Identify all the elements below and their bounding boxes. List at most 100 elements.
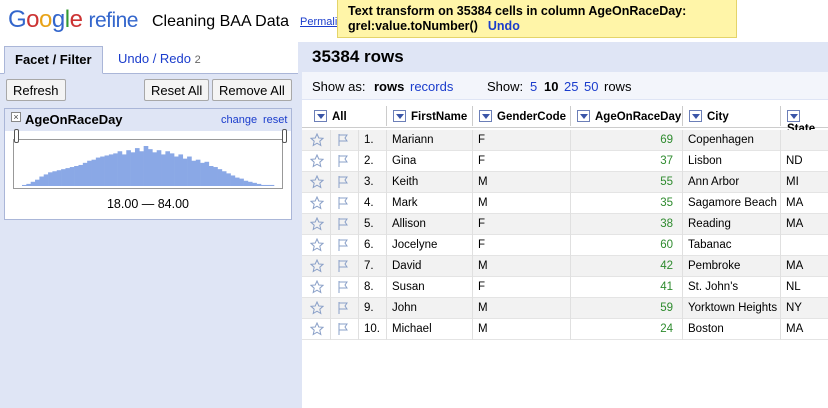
cell-ageonraceday[interactable]: 24	[574, 323, 678, 335]
cell-gendercode[interactable]: M	[478, 323, 488, 335]
flag-icon[interactable]	[336, 217, 350, 231]
cell-ageonraceday[interactable]: 69	[574, 134, 678, 146]
project-name[interactable]: Cleaning BAA Data	[152, 13, 289, 31]
cell-gendercode[interactable]: F	[478, 155, 485, 167]
cell-ageonraceday[interactable]: 55	[574, 176, 678, 188]
cell-state[interactable]: ND	[786, 155, 803, 167]
cell-gendercode[interactable]: M	[478, 260, 488, 272]
facet-histogram[interactable]	[13, 139, 283, 189]
chevron-down-icon[interactable]	[393, 110, 406, 122]
flag-icon[interactable]	[336, 196, 350, 210]
permalink-link[interactable]: Permali	[300, 16, 337, 28]
facet-reset-link[interactable]: reset	[263, 114, 287, 126]
cell-ageonraceday[interactable]: 42	[574, 260, 678, 272]
undo-link[interactable]: Undo	[488, 19, 520, 33]
cell-state[interactable]: NY	[786, 302, 802, 314]
cell-city[interactable]: Lisbon	[688, 155, 722, 167]
flag-icon[interactable]	[336, 322, 350, 336]
cell-state[interactable]: MA	[786, 218, 803, 230]
range-handle-right[interactable]	[282, 129, 287, 143]
range-handle-left[interactable]	[14, 129, 19, 143]
cell-firstname[interactable]: Keith	[392, 176, 418, 188]
page-size-50[interactable]: 50	[584, 79, 598, 94]
cell-gendercode[interactable]: M	[478, 197, 488, 209]
star-icon[interactable]	[309, 153, 325, 168]
star-icon[interactable]	[309, 321, 325, 336]
chevron-down-icon[interactable]	[787, 110, 800, 122]
cell-gendercode[interactable]: F	[478, 134, 485, 146]
cell-firstname[interactable]: Allison	[392, 218, 426, 230]
flag-icon[interactable]	[336, 133, 350, 147]
cell-city[interactable]: Yorktown Heights	[688, 302, 777, 314]
refresh-button[interactable]: Refresh	[6, 79, 66, 101]
column-header-ageonraceday[interactable]: AgeOnRaceDay	[570, 106, 682, 126]
cell-ageonraceday[interactable]: 60	[574, 239, 678, 251]
cell-ageonraceday[interactable]: 37	[574, 155, 678, 167]
star-icon[interactable]	[309, 216, 325, 231]
cell-gendercode[interactable]: M	[478, 176, 488, 188]
cell-city[interactable]: St. John's	[688, 281, 738, 293]
star-icon[interactable]	[309, 258, 325, 273]
star-icon[interactable]	[309, 195, 325, 210]
remove-all-button[interactable]: Remove All	[212, 79, 292, 101]
cell-firstname[interactable]: John	[392, 302, 417, 314]
close-icon[interactable]: ×	[11, 112, 21, 122]
flag-icon[interactable]	[336, 175, 350, 189]
cell-gendercode[interactable]: M	[478, 302, 488, 314]
cell-firstname[interactable]: Mark	[392, 197, 418, 209]
flag-icon[interactable]	[336, 238, 350, 252]
facet-change-link[interactable]: change	[221, 114, 257, 126]
column-header-firstname[interactable]: FirstName	[386, 106, 472, 126]
cell-ageonraceday[interactable]: 59	[574, 302, 678, 314]
cell-city[interactable]: Boston	[688, 323, 724, 335]
cell-state[interactable]: NL	[786, 281, 801, 293]
star-icon[interactable]	[309, 279, 325, 294]
google-refine-logo[interactable]: Google refine	[8, 6, 138, 34]
cell-gendercode[interactable]: F	[478, 281, 485, 293]
view-records-link[interactable]: records	[410, 79, 453, 94]
view-rows-option[interactable]: rows	[374, 79, 404, 94]
chevron-down-icon[interactable]	[479, 110, 492, 122]
flag-icon[interactable]	[336, 280, 350, 294]
column-header-city[interactable]: City	[682, 106, 780, 126]
star-icon[interactable]	[309, 237, 325, 252]
cell-ageonraceday[interactable]: 35	[574, 197, 678, 209]
column-header-state[interactable]: State	[780, 106, 828, 135]
page-size-5[interactable]: 5	[530, 79, 537, 94]
cell-firstname[interactable]: David	[392, 260, 421, 272]
cell-firstname[interactable]: Jocelyne	[392, 239, 437, 251]
reset-all-button[interactable]: Reset All	[144, 79, 210, 101]
chevron-down-icon[interactable]	[577, 110, 590, 122]
cell-city[interactable]: Pembroke	[688, 260, 740, 272]
cell-city[interactable]: Copenhagen	[688, 134, 754, 146]
star-icon[interactable]	[309, 300, 325, 315]
cell-gendercode[interactable]: F	[478, 218, 485, 230]
column-header-gendercode[interactable]: GenderCode	[472, 106, 570, 126]
cell-state[interactable]: MA	[786, 260, 803, 272]
flag-icon[interactable]	[336, 154, 350, 168]
cell-gendercode[interactable]: F	[478, 239, 485, 251]
column-header-all[interactable]: All	[308, 106, 380, 126]
cell-state[interactable]: MA	[786, 323, 803, 335]
cell-firstname[interactable]: Michael	[392, 323, 432, 335]
cell-city[interactable]: Sagamore Beach	[688, 197, 777, 209]
flag-icon[interactable]	[336, 301, 350, 315]
page-size-25[interactable]: 25	[564, 79, 578, 94]
tab-facet-filter[interactable]: Facet / Filter	[4, 46, 103, 74]
cell-firstname[interactable]: Mariann	[392, 134, 434, 146]
tab-undo-redo[interactable]: Undo / Redo 2	[108, 46, 211, 74]
cell-state[interactable]: MA	[786, 197, 803, 209]
cell-city[interactable]: Ann Arbor	[688, 176, 739, 188]
cell-ageonraceday[interactable]: 38	[574, 218, 678, 230]
chevron-down-icon[interactable]	[689, 110, 702, 122]
flag-icon[interactable]	[336, 259, 350, 273]
star-icon[interactable]	[309, 132, 325, 147]
cell-city[interactable]: Reading	[688, 218, 731, 230]
page-size-10[interactable]: 10	[544, 79, 558, 94]
chevron-down-icon[interactable]	[314, 110, 327, 122]
star-icon[interactable]	[309, 174, 325, 189]
cell-ageonraceday[interactable]: 41	[574, 281, 678, 293]
cell-firstname[interactable]: Susan	[392, 281, 425, 293]
cell-city[interactable]: Tabanac	[688, 239, 731, 251]
cell-firstname[interactable]: Gina	[392, 155, 416, 167]
